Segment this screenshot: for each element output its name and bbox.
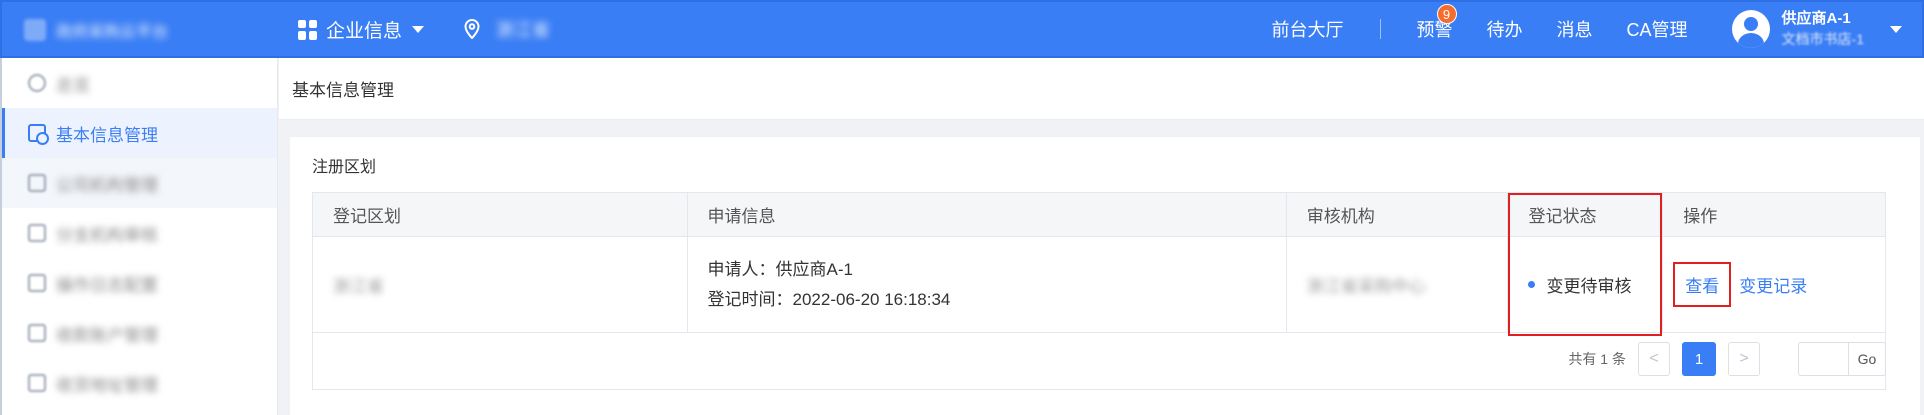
- ca-management-link[interactable]: CA管理: [1627, 16, 1688, 42]
- todo-link[interactable]: 待办: [1487, 16, 1523, 42]
- sidebar-item-log-config[interactable]: 操作日志配置: [2, 258, 277, 308]
- section-title: 注册区划: [312, 159, 377, 176]
- pagination: 共有 1 条 < 1 > Go: [1568, 342, 1886, 376]
- sidebar-item-label: 总览: [56, 75, 90, 95]
- chevron-down-icon: [1890, 25, 1902, 33]
- change-history-link[interactable]: 变更记录: [1739, 272, 1807, 297]
- top-right-nav: 前台大厅 预警 9 待办 消息 CA管理 供应商A-1 文档市书店-1: [1272, 2, 1922, 56]
- sidebar-item-account-management[interactable]: 收款账户管理: [2, 308, 277, 358]
- breadcrumb: 基本信息管理: [279, 58, 1924, 120]
- location-name: 浙江省: [496, 20, 550, 40]
- column-header-actions: 操作: [1683, 207, 1718, 226]
- sidebar-item-label: 操作日志配置: [56, 275, 158, 295]
- platform-logo[interactable]: 政府采购云平台: [24, 16, 168, 44]
- status-text: 变更待审核: [1546, 277, 1632, 296]
- sidebar-item-address-management[interactable]: 收货地址管理: [2, 358, 277, 408]
- user-menu[interactable]: 供应商A-1 文档市书店-1: [1731, 9, 1902, 49]
- total-count: 共有 1 条: [1568, 351, 1626, 367]
- warning-count-badge: 9: [1436, 4, 1457, 24]
- column-header-reviewer: 审核机构: [1287, 193, 1509, 236]
- sidebar-item-branch-review[interactable]: 分支机构审核: [2, 208, 277, 258]
- status-dot-icon: [1528, 281, 1536, 288]
- grid-icon: [298, 19, 318, 40]
- warning-link[interactable]: 预警 9: [1417, 4, 1457, 42]
- go-button[interactable]: Go: [1848, 342, 1886, 376]
- sidebar-item-basic-info[interactable]: 基本信息管理: [2, 108, 277, 158]
- sidebar: 总览 基本信息管理 公司机构管理 分支机构审核 操作日志配置 收款账户管理 收货…: [0, 58, 278, 415]
- nav-divider: [1379, 19, 1381, 39]
- document-icon: [28, 224, 46, 242]
- registration-region-card: 注册区划 登记区划 申请信息 审核机构 登记状态 操作 浙江省 申请人：供应商A…: [290, 137, 1920, 415]
- sidebar-item-label: 基本信息管理: [56, 125, 158, 145]
- address-icon: [28, 374, 46, 392]
- apply-info-cell: 申请人：供应商A-1 登记时间：2022-06-20 16:18:34: [688, 237, 1287, 332]
- company-info-menu[interactable]: 企业信息: [298, 16, 425, 43]
- sidebar-item-label: 公司机构管理: [56, 175, 158, 195]
- table-row: 浙江省 申请人：供应商A-1 登记时间：2022-06-20 16:18:34 …: [313, 237, 1885, 333]
- avatar: [1731, 10, 1770, 48]
- wallet-icon: [28, 324, 46, 342]
- monitor-icon: [28, 174, 46, 192]
- user-org: 文档市书店-1: [1781, 31, 1864, 47]
- next-page-button[interactable]: >: [1728, 342, 1760, 376]
- sidebar-item-overview[interactable]: 总览: [2, 58, 277, 108]
- messages-link[interactable]: 消息: [1557, 16, 1593, 42]
- actions-cell: 查看 变更记录: [1663, 237, 1885, 332]
- chevron-down-icon: [412, 26, 425, 33]
- sidebar-item-label: 收货地址管理: [56, 375, 158, 395]
- sidebar-item-label: 收款账户管理: [56, 325, 158, 345]
- column-header-status: 登记状态: [1508, 193, 1664, 236]
- page-jump: Go: [1798, 342, 1886, 376]
- region-cell: 浙江省: [313, 237, 688, 332]
- view-button[interactable]: 查看: [1673, 262, 1732, 307]
- column-header-apply-info: 申请信息: [688, 193, 1287, 236]
- dashboard-icon: [28, 74, 46, 92]
- sidebar-item-label: 分支机构审核: [56, 225, 158, 245]
- top-bar: 政府采购云平台 企业信息 浙江省 前台大厅 预警 9 待办 消息 CA管理 供应…: [0, 0, 1924, 58]
- page-number-current[interactable]: 1: [1682, 342, 1716, 376]
- user-name: 供应商A-1: [1781, 10, 1851, 27]
- reviewer-cell: 浙江省采购中心: [1287, 237, 1509, 332]
- location-pin-icon: [464, 19, 480, 39]
- applicant-text: 申请人：供应商A-1: [707, 259, 853, 279]
- platform-name: 政府采购云平台: [56, 24, 169, 41]
- region-value: 浙江省: [333, 277, 384, 296]
- column-header-region: 登记区划: [313, 193, 688, 236]
- user-info: 供应商A-1 文档市书店-1: [1782, 9, 1864, 49]
- platform-logo-icon: [24, 19, 46, 41]
- settings-doc-icon: [28, 124, 49, 145]
- prev-page-button[interactable]: <: [1638, 342, 1670, 376]
- table-header: 登记区划 申请信息 审核机构 登记状态 操作: [313, 193, 1885, 237]
- page-jump-input[interactable]: [1798, 342, 1848, 376]
- front-hall-link[interactable]: 前台大厅: [1272, 16, 1344, 42]
- status-cell: 变更待审核: [1508, 237, 1664, 332]
- register-time-text: 登记时间：2022-06-20 16:18:34: [707, 289, 951, 309]
- location-selector[interactable]: 浙江省: [464, 16, 550, 42]
- reviewer-value: 浙江省采购中心: [1306, 277, 1426, 296]
- search-doc-icon: [28, 274, 46, 292]
- company-info-label: 企业信息: [326, 21, 403, 42]
- sidebar-item-company-management[interactable]: 公司机构管理: [2, 158, 277, 208]
